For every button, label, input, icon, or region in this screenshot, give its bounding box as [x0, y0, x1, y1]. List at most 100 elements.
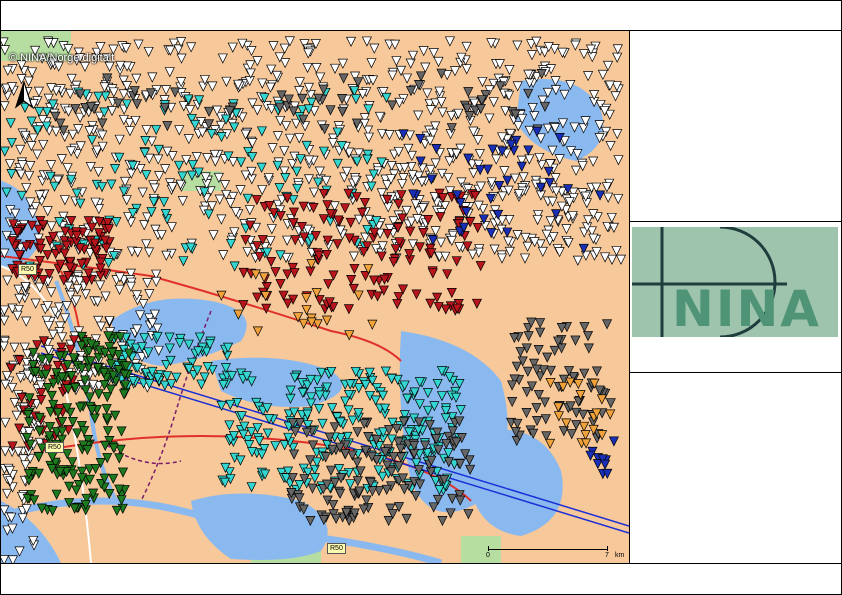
- symbol-white: [512, 40, 523, 51]
- symbol-white: [348, 251, 360, 262]
- symbol-white: [126, 168, 137, 179]
- symbol-white: [1, 417, 11, 428]
- symbol-red: [282, 269, 293, 280]
- symbol-white: [545, 216, 556, 227]
- symbol-white: [401, 73, 413, 84]
- symbol-red: [298, 201, 309, 212]
- symbol-white: [125, 281, 136, 292]
- symbol-white: [405, 58, 416, 69]
- symbol-cyan: [363, 104, 374, 115]
- symbol-white: [257, 185, 268, 196]
- symbol-white: [2, 275, 13, 286]
- symbol-blue: [523, 145, 534, 156]
- symbol-white: [51, 126, 62, 137]
- symbol-white: [309, 187, 320, 198]
- symbol-white: [244, 205, 255, 216]
- symbol-white: [554, 247, 565, 258]
- symbol-white: [124, 126, 136, 137]
- symbol-white: [121, 195, 132, 206]
- symbol-white: [46, 221, 57, 232]
- symbol-grey: [97, 118, 108, 129]
- symbol-grey: [399, 484, 410, 495]
- symbol-white: [131, 73, 142, 84]
- symbol-white: [518, 172, 529, 183]
- symbol-white: [268, 41, 279, 52]
- symbol-white: [587, 52, 598, 63]
- symbol-cyan: [247, 152, 258, 163]
- scale-bar-line: [488, 549, 608, 550]
- symbol-white: [425, 105, 436, 116]
- symbol-red: [446, 288, 457, 299]
- symbol-white: [280, 121, 292, 132]
- symbol-cyan: [242, 193, 253, 204]
- symbol-green: [117, 467, 129, 478]
- symbol-red: [442, 269, 453, 280]
- symbol-cyan: [5, 118, 16, 129]
- symbol-green: [114, 453, 125, 464]
- symbol-white: [605, 141, 616, 152]
- symbol-cyan: [96, 182, 108, 193]
- symbol-grey: [328, 500, 339, 511]
- symbol-white: [532, 215, 543, 226]
- symbol-cyan: [347, 415, 358, 426]
- symbol-white: [80, 289, 91, 300]
- road-label-r50: R50: [18, 264, 37, 275]
- symbol-white: [496, 253, 508, 264]
- symbol-cyan: [256, 162, 267, 173]
- symbol-cyan: [345, 479, 356, 490]
- symbol-cyan: [173, 160, 185, 171]
- symbol-white: [141, 239, 152, 250]
- symbol-white: [43, 320, 54, 332]
- symbol-white: [444, 36, 456, 47]
- symbol-white: [580, 250, 592, 261]
- symbol-white: [581, 198, 592, 209]
- symbol-grey: [578, 409, 589, 420]
- symbol-cyan: [6, 168, 17, 180]
- symbol-white: [443, 173, 454, 184]
- symbol-white: [612, 44, 623, 55]
- scale-tick-end: [607, 546, 608, 551]
- symbol-white: [207, 201, 218, 212]
- symbol-white: [391, 56, 402, 67]
- symbol-cyan: [232, 398, 243, 409]
- symbol-white: [33, 86, 44, 97]
- map-panel[interactable]: © NINA/Norge digitalt R50 R50 R50 0 7 km: [1, 31, 629, 563]
- symbol-red: [425, 298, 436, 309]
- symbol-grey: [131, 99, 143, 110]
- symbol-white: [38, 139, 49, 151]
- symbol-blue: [502, 175, 513, 186]
- symbol-red: [270, 267, 281, 278]
- symbol-white: [474, 149, 485, 160]
- symbol-cyan: [178, 256, 189, 267]
- symbol-white: [4, 159, 16, 170]
- symbol-white: [202, 153, 213, 164]
- symbol-cyan: [158, 197, 170, 208]
- symbol-white: [519, 253, 531, 264]
- symbol-white: [613, 194, 624, 205]
- symbol-white: [394, 97, 405, 109]
- symbol-cyan: [309, 473, 320, 484]
- symbol-white: [221, 76, 232, 87]
- symbol-white: [45, 160, 57, 171]
- symbol-cyan: [362, 154, 373, 165]
- symbol-red: [275, 211, 286, 222]
- symbol-white: [42, 206, 53, 217]
- symbol-white: [267, 143, 278, 154]
- symbol-grey: [340, 449, 351, 460]
- symbol-white: [603, 192, 614, 203]
- symbol-grey: [601, 319, 613, 330]
- symbol-red: [471, 298, 482, 309]
- map-canvas[interactable]: [1, 31, 629, 563]
- symbol-white: [477, 76, 488, 88]
- symbol-white: [96, 321, 107, 332]
- symbol-white: [386, 160, 397, 172]
- scale-tick-start: [488, 546, 489, 551]
- symbol-grey: [338, 73, 349, 84]
- symbol-red: [251, 195, 262, 206]
- symbol-green: [102, 426, 114, 437]
- symbol-white: [526, 50, 538, 61]
- symbol-grey: [583, 343, 594, 354]
- symbol-grey: [337, 106, 348, 117]
- symbol-white: [1, 446, 11, 457]
- symbol-cyan: [216, 132, 227, 143]
